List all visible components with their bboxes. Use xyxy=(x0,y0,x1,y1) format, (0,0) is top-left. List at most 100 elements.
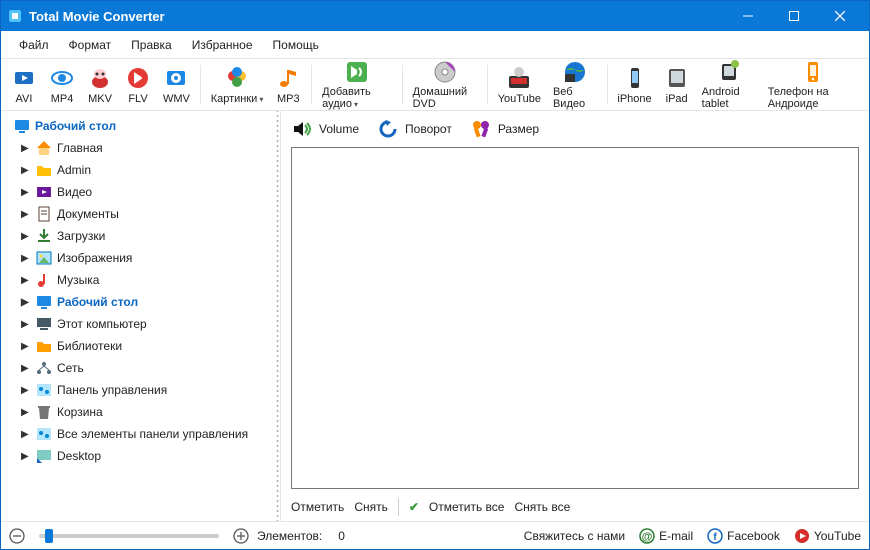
expand-arrow-icon[interactable]: ▶ xyxy=(21,143,31,154)
zoom-out-button[interactable] xyxy=(9,528,25,544)
facebook-link[interactable]: f Facebook xyxy=(707,528,780,544)
toolbar-addaudio[interactable]: Добавить аудио▾ xyxy=(316,61,398,108)
unmark-button[interactable]: Снять xyxy=(354,500,388,514)
tree-node-music[interactable]: ▶Музыка xyxy=(1,269,280,291)
elements-count: 0 xyxy=(338,529,345,543)
toolbar-android[interactable]: Android tablet xyxy=(696,61,762,108)
toolbar-kartinki[interactable]: Картинки▾ xyxy=(205,61,270,108)
tree-node-folder[interactable]: ▶Библиотеки xyxy=(1,335,280,357)
menu-формат[interactable]: Формат xyxy=(59,31,122,59)
expand-arrow-icon[interactable]: ▶ xyxy=(21,297,31,308)
tree-node-home[interactable]: ▶Главная xyxy=(1,137,280,159)
svg-text:@: @ xyxy=(642,531,653,543)
zoom-slider[interactable] xyxy=(39,534,219,538)
elements-label: Элементов: xyxy=(257,529,322,543)
ipad-icon xyxy=(664,65,690,91)
youtube-link[interactable]: YouTube xyxy=(794,528,861,544)
splitter[interactable] xyxy=(275,111,280,521)
iphone-icon xyxy=(622,65,648,91)
menu-файл[interactable]: Файл xyxy=(9,31,59,59)
flv-icon xyxy=(125,65,151,91)
toolbar-ipad[interactable]: iPad xyxy=(658,61,696,108)
menu-избранное[interactable]: Избранное xyxy=(182,31,263,59)
expand-arrow-icon[interactable]: ▶ xyxy=(21,253,31,264)
expand-arrow-icon[interactable]: ▶ xyxy=(21,385,31,396)
expand-arrow-icon[interactable]: ▶ xyxy=(21,275,31,286)
toolbar-youtube[interactable]: YouTube xyxy=(492,61,547,108)
expand-arrow-icon[interactable]: ▶ xyxy=(21,319,31,330)
tree-node-panel[interactable]: ▶Панель управления xyxy=(1,379,280,401)
toolbar-mkv[interactable]: MKV xyxy=(81,61,119,108)
aphone-icon xyxy=(800,60,826,84)
video-icon xyxy=(35,183,53,201)
expand-arrow-icon[interactable]: ▶ xyxy=(21,429,31,440)
tree-node-desktop[interactable]: ▶Рабочий стол xyxy=(1,291,280,313)
app-icon xyxy=(7,8,23,24)
toolbar-avi[interactable]: AVI xyxy=(5,61,43,108)
avi-icon xyxy=(11,65,37,91)
trash-icon xyxy=(35,403,53,421)
menu-помощь[interactable]: Помощь xyxy=(263,31,329,59)
tree-root[interactable]: Рабочий стол xyxy=(1,115,280,137)
tree-node-image[interactable]: ▶Изображения xyxy=(1,247,280,269)
email-link[interactable]: @ E-mail xyxy=(639,528,693,544)
tree-node-shortcut[interactable]: ▶Desktop xyxy=(1,445,280,467)
panel-icon xyxy=(35,425,53,443)
toolbar-aphone[interactable]: Телефон на Андроиде xyxy=(762,61,865,108)
desktop-icon xyxy=(13,117,31,135)
content-rotate-button[interactable]: Поворот xyxy=(377,118,452,140)
tree-node-download[interactable]: ▶Загрузки xyxy=(1,225,280,247)
mark-button[interactable]: Отметить xyxy=(291,500,344,514)
expand-arrow-icon[interactable]: ▶ xyxy=(21,187,31,198)
expand-arrow-icon[interactable]: ▶ xyxy=(21,363,31,374)
webvideo-icon xyxy=(562,60,588,84)
expand-arrow-icon[interactable]: ▶ xyxy=(21,165,31,176)
unmarkall-button[interactable]: Снять все xyxy=(514,500,570,514)
desktop-icon xyxy=(35,293,53,311)
expand-arrow-icon[interactable]: ▶ xyxy=(21,209,31,220)
docs-icon xyxy=(35,205,53,223)
markall-button[interactable]: Отметить все xyxy=(429,500,505,514)
toolbar-separator xyxy=(402,65,403,104)
expand-arrow-icon[interactable]: ▶ xyxy=(21,231,31,242)
close-button[interactable] xyxy=(817,1,863,31)
home-icon xyxy=(35,139,53,157)
tree-node-docs[interactable]: ▶Документы xyxy=(1,203,280,225)
tree-node-panel[interactable]: ▶Все элементы панели управления xyxy=(1,423,280,445)
svg-text:f: f xyxy=(713,532,717,543)
expand-arrow-icon[interactable]: ▶ xyxy=(21,407,31,418)
android-icon xyxy=(716,60,742,84)
tree-node-network[interactable]: ▶Сеть xyxy=(1,357,280,379)
toolbar-iphone[interactable]: iPhone xyxy=(611,61,657,108)
pc-icon xyxy=(35,315,53,333)
mkv-icon xyxy=(87,65,113,91)
folder-icon xyxy=(35,337,53,355)
menu-правка[interactable]: Правка xyxy=(121,31,182,59)
tree-node-folder[interactable]: ▶Admin xyxy=(1,159,280,181)
content-resize-button[interactable]: Размер xyxy=(470,118,539,140)
toolbar-mp4[interactable]: MP4 xyxy=(43,61,81,108)
expand-arrow-icon[interactable]: ▶ xyxy=(21,451,31,462)
folder-icon xyxy=(35,161,53,179)
rotate-icon xyxy=(377,118,399,140)
panel-icon xyxy=(35,381,53,399)
volume-icon xyxy=(291,118,313,140)
toolbar-webvideo[interactable]: Веб Видео xyxy=(547,61,603,108)
toolbar-separator xyxy=(311,65,312,104)
tree-node-trash[interactable]: ▶Корзина xyxy=(1,401,280,423)
file-list[interactable] xyxy=(291,147,859,489)
toolbar-mp3[interactable]: MP3 xyxy=(269,61,307,108)
tree-node-pc[interactable]: ▶Этот компьютер xyxy=(1,313,280,335)
toolbar-flv[interactable]: FLV xyxy=(119,61,157,108)
window-title: Total Movie Converter xyxy=(29,9,725,24)
zoom-in-button[interactable] xyxy=(233,528,249,544)
toolbar-wmv[interactable]: WMV xyxy=(157,61,196,108)
toolbar-dvd[interactable]: Домашний DVD xyxy=(407,61,483,108)
expand-arrow-icon[interactable]: ▶ xyxy=(21,341,31,352)
tree-node-video[interactable]: ▶Видео xyxy=(1,181,280,203)
toolbar-separator xyxy=(607,65,608,104)
maximize-button[interactable] xyxy=(771,1,817,31)
minimize-button[interactable] xyxy=(725,1,771,31)
toolbar-separator xyxy=(200,65,201,104)
content-volume-button[interactable]: Volume xyxy=(291,118,359,140)
